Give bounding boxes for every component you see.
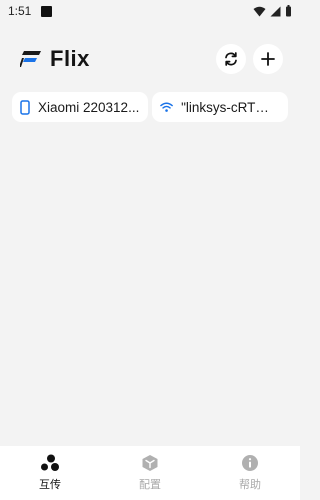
info-icon — [242, 455, 258, 471]
refresh-button[interactable] — [216, 44, 246, 74]
nav-item-config[interactable]: 配置 — [100, 454, 200, 492]
status-time: 1:51 — [8, 4, 32, 18]
flix-logo-icon — [20, 51, 41, 67]
bottom-navigation: 互传 配置 帮助 — [0, 446, 300, 500]
add-button[interactable] — [253, 44, 283, 74]
add-icon — [261, 52, 275, 66]
app-title: Flix — [50, 46, 90, 71]
connection-chips: Xiaomi 220312... "linksys-cRTmA... — [12, 92, 288, 122]
wifi-icon — [253, 6, 266, 16]
cube-icon — [142, 455, 158, 471]
refresh-icon — [225, 52, 237, 66]
status-bar: 1:51 — [0, 0, 300, 22]
nav-label-help: 帮助 — [239, 479, 261, 491]
nav-label-config: 配置 — [139, 479, 161, 491]
nav-label-transfer: 互传 — [39, 479, 61, 491]
device-chip[interactable]: Xiaomi 220312... — [12, 92, 148, 122]
notification-icon — [41, 5, 53, 17]
battery-icon — [286, 5, 291, 17]
phone-icon — [20, 99, 30, 115]
app-logo: Flix — [20, 46, 90, 72]
app-header: Flix — [0, 42, 300, 76]
wifi-chip[interactable]: "linksys-cRTmA... — [152, 92, 288, 122]
nav-item-transfer[interactable]: 互传 — [0, 454, 100, 492]
device-name: Xiaomi 220312... — [38, 99, 140, 115]
wifi-name: "linksys-cRTmA... — [181, 99, 280, 115]
nav-item-help[interactable]: 帮助 — [200, 454, 300, 492]
wifi-icon — [160, 102, 173, 112]
share-dots-icon — [41, 454, 59, 471]
signal-icon — [270, 6, 281, 16]
